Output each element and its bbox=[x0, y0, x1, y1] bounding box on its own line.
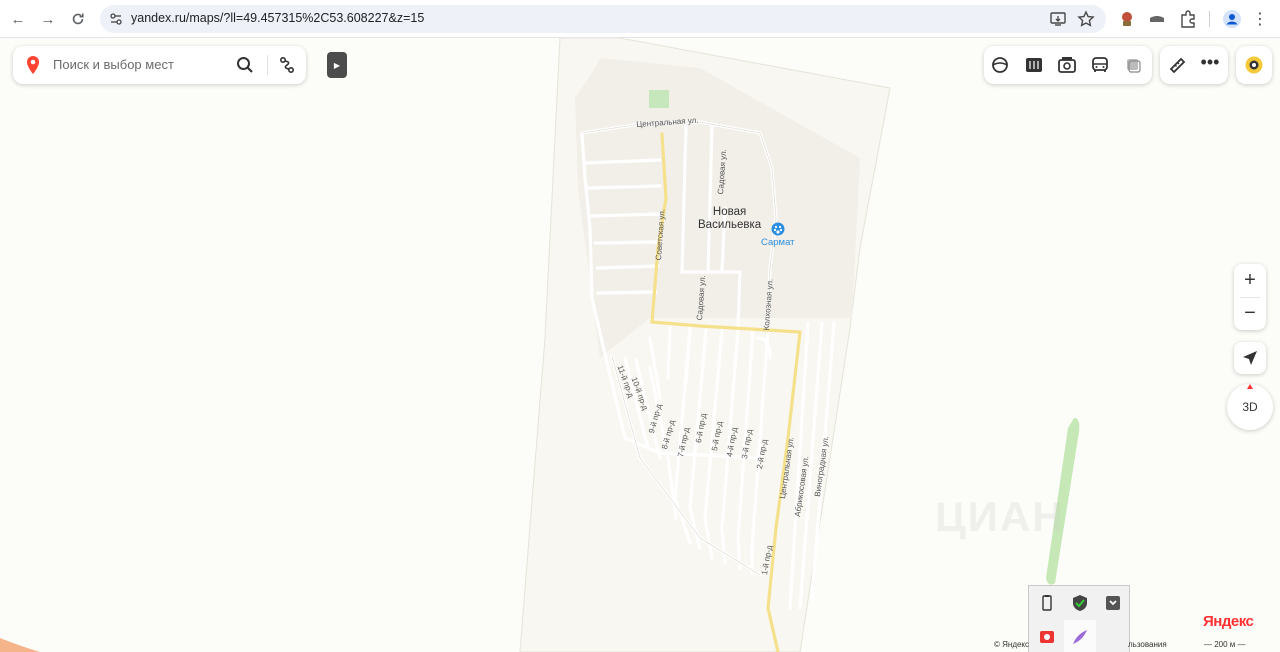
settlement-label: Новая Васильевка bbox=[698, 206, 762, 231]
download-box-icon[interactable] bbox=[1102, 592, 1124, 614]
extension-popup bbox=[1028, 585, 1130, 652]
site-info-icon[interactable] bbox=[108, 11, 124, 27]
traffic-layer-icon[interactable] bbox=[1123, 55, 1143, 75]
scale-bar: — 200 м — bbox=[1204, 640, 1246, 649]
terms-link[interactable]: льзования bbox=[1128, 640, 1167, 649]
ruler-icon[interactable] bbox=[1167, 55, 1187, 75]
zoom-out-button[interactable]: − bbox=[1234, 297, 1266, 330]
watermark-text: ЦИАН bbox=[935, 493, 1065, 540]
extension-icon-1[interactable] bbox=[1117, 9, 1137, 29]
map-layers-icon[interactable] bbox=[1024, 55, 1044, 75]
map-canvas[interactable]: ЦИАН Новая Васильевка Сармат Центральная… bbox=[0, 38, 1280, 652]
layers-panel bbox=[984, 46, 1152, 84]
menu-dots-icon[interactable]: ⋮ bbox=[1250, 9, 1270, 29]
record-icon[interactable] bbox=[1036, 626, 1058, 648]
yandex-logo[interactable]: Яндекс bbox=[1203, 613, 1254, 630]
search-panel[interactable]: Поиск и выбор мест bbox=[13, 46, 306, 84]
location-pin-icon bbox=[27, 56, 39, 74]
tools-panel: ••• bbox=[1160, 46, 1228, 84]
navigation-arrow-icon bbox=[1243, 351, 1257, 365]
search-input[interactable]: Поиск и выбор мест bbox=[53, 57, 174, 72]
poi-label[interactable]: Сармат bbox=[761, 237, 795, 248]
search-icon[interactable] bbox=[235, 55, 255, 75]
extensions-puzzle-icon[interactable] bbox=[1178, 9, 1198, 29]
shield-check-icon[interactable] bbox=[1069, 592, 1091, 614]
reload-icon[interactable] bbox=[67, 8, 89, 30]
clipboard-icon[interactable] bbox=[1036, 592, 1058, 614]
locate-button[interactable] bbox=[1234, 342, 1266, 374]
back-icon[interactable]: ← bbox=[7, 8, 29, 30]
url-text: yandex.ru/maps/?ll=49.457315%2C53.608227… bbox=[131, 11, 425, 25]
more-dots-icon[interactable]: ••• bbox=[1200, 53, 1220, 75]
bookmark-star-icon[interactable] bbox=[1076, 9, 1096, 29]
profile-icon[interactable] bbox=[1222, 9, 1242, 29]
map-base-layer bbox=[0, 38, 1080, 652]
compass-north-icon bbox=[1247, 384, 1253, 389]
transport-icon[interactable] bbox=[1090, 55, 1110, 75]
extension-icon-2[interactable] bbox=[1147, 9, 1167, 29]
browser-toolbar: ← → yandex.ru/maps/?ll=49.457315%2C53.60… bbox=[0, 0, 1280, 38]
view-3d-button[interactable]: 3D bbox=[1227, 384, 1273, 430]
sidebar-toggle-button[interactable]: ▶ bbox=[327, 52, 347, 78]
feather-pen-icon[interactable] bbox=[1069, 626, 1091, 648]
avatar[interactable] bbox=[1244, 55, 1264, 75]
photo-icon[interactable] bbox=[1057, 55, 1077, 75]
avatar-panel[interactable] bbox=[1236, 46, 1272, 84]
install-app-icon[interactable] bbox=[1048, 9, 1068, 29]
field-corner bbox=[0, 638, 40, 652]
route-icon[interactable] bbox=[277, 55, 297, 75]
panorama-icon[interactable] bbox=[990, 55, 1010, 75]
zoom-in-button[interactable]: + bbox=[1234, 264, 1266, 297]
forward-icon[interactable]: → bbox=[37, 8, 59, 30]
address-bar[interactable]: yandex.ru/maps/?ll=49.457315%2C53.608227… bbox=[100, 5, 1106, 33]
toolbar-divider bbox=[1209, 11, 1210, 27]
zoom-controls: + − bbox=[1234, 264, 1266, 330]
copyright-text[interactable]: © Яндекс bbox=[994, 640, 1029, 649]
park-area bbox=[649, 90, 669, 108]
search-divider bbox=[267, 55, 268, 75]
